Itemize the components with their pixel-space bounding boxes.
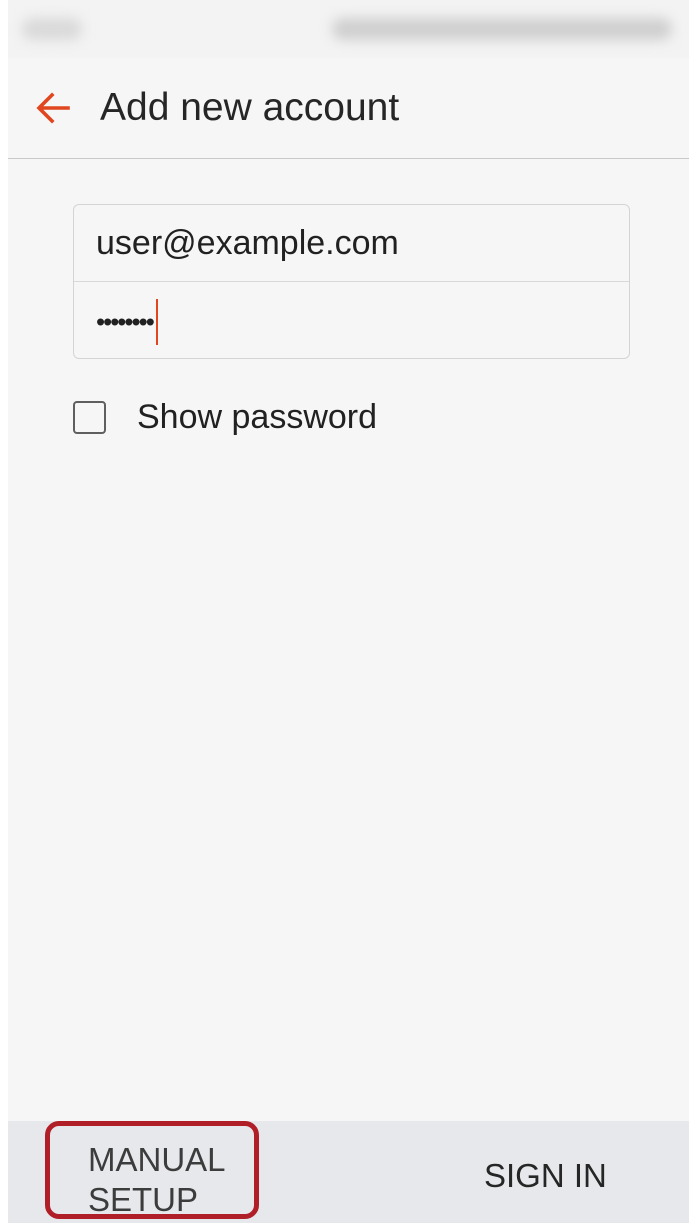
status-bar bbox=[8, 0, 689, 58]
password-field[interactable]: •••••••• bbox=[74, 282, 629, 359]
app-header: Add new account bbox=[8, 58, 689, 159]
manual-setup-button[interactable]: MANUAL SETUP bbox=[45, 1121, 259, 1219]
show-password-label: Show password bbox=[137, 397, 378, 436]
app-screen: Add new account user@example.com •••••••… bbox=[8, 0, 689, 1223]
password-value: •••••••• bbox=[96, 306, 155, 337]
text-cursor bbox=[155, 299, 158, 346]
manual-setup-label-line1: MANUAL bbox=[88, 1141, 226, 1178]
show-password-checkbox[interactable] bbox=[73, 400, 106, 434]
page-title: Add new account bbox=[100, 86, 400, 129]
credentials-box: user@example.com •••••••• bbox=[73, 204, 630, 359]
status-bar-time-blurred bbox=[22, 18, 82, 40]
email-value: user@example.com bbox=[96, 224, 399, 262]
manual-setup-label: MANUAL SETUP bbox=[88, 1140, 258, 1220]
back-button[interactable] bbox=[28, 82, 80, 134]
arrow-left-icon bbox=[36, 92, 70, 124]
show-password-toggle[interactable]: Show password bbox=[73, 392, 377, 442]
status-bar-icons-blurred bbox=[332, 18, 672, 40]
manual-setup-label-line2: SETUP bbox=[88, 1181, 199, 1218]
email-field[interactable]: user@example.com bbox=[74, 205, 629, 282]
sign-in-button[interactable]: SIGN IN bbox=[484, 1150, 607, 1202]
